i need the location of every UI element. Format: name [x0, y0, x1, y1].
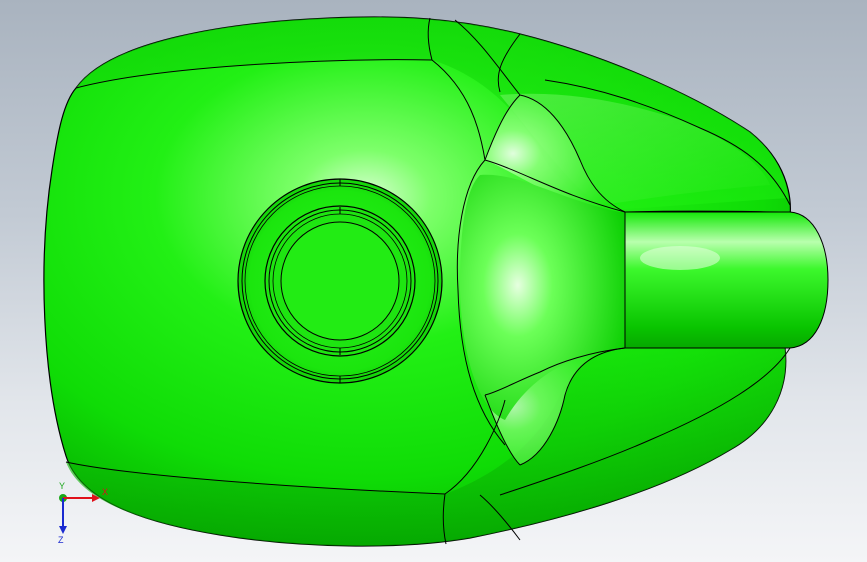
cap-ring-feature[interactable] [237, 178, 443, 384]
triad-z-label: Z [58, 535, 64, 545]
triad-y-label: Y [59, 481, 65, 491]
cap-center [280, 221, 400, 341]
triad-z-arrow-icon [59, 526, 67, 534]
graphics-viewport[interactable]: X Y Z [0, 0, 867, 562]
spout[interactable] [624, 211, 829, 349]
triad-x-label: X [102, 487, 108, 497]
spout-tip-highlight [640, 246, 720, 270]
model-view[interactable]: X Y Z [0, 0, 867, 562]
